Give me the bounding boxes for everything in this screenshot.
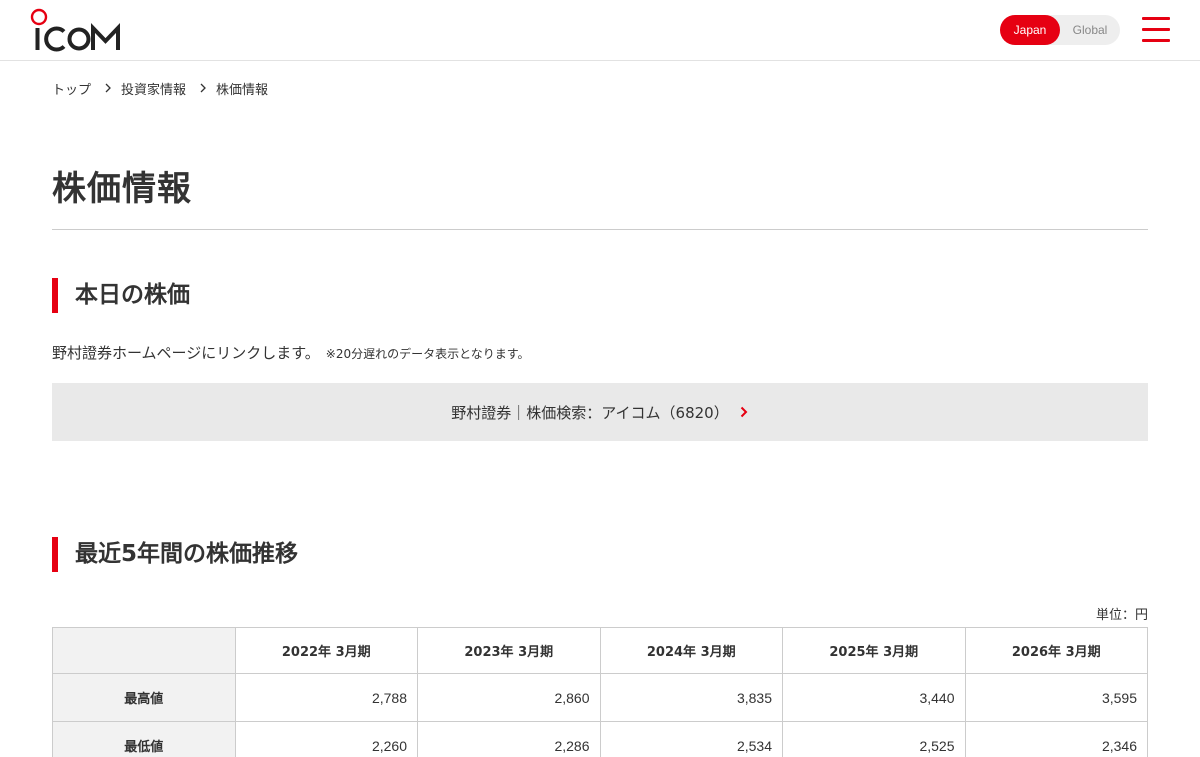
breadcrumb-top[interactable]: トップ <box>52 79 91 98</box>
hamburger-menu-icon[interactable] <box>1141 16 1171 44</box>
chevron-right-icon <box>200 83 206 93</box>
row-header-high: 最高値 <box>52 673 236 722</box>
icom-logo[interactable] <box>30 8 122 52</box>
chevron-right-icon <box>105 83 111 93</box>
table-cell: 2,346 <box>964 721 1148 757</box>
breadcrumb: トップ 投資家情報 株価情報 <box>52 78 268 98</box>
column-header: 2023年 3月期 <box>417 627 601 674</box>
table-cell: 2,534 <box>599 721 783 757</box>
table-cell: 2,788 <box>234 673 418 722</box>
lang-japan-button[interactable]: Japan <box>1000 15 1060 45</box>
table-cell: 3,595 <box>964 673 1148 722</box>
table-cell: 3,835 <box>599 673 783 722</box>
table-cell: 2,286 <box>417 721 601 757</box>
column-header: 2026年 3月期 <box>964 627 1148 674</box>
column-header: 2024年 3月期 <box>599 627 783 674</box>
nomura-stock-link[interactable]: 野村證券｜株価検索：アイコム（6820） <box>52 383 1148 441</box>
table-row: 最高値 2,788 2,860 3,835 3,440 3,595 <box>52 673 1148 722</box>
link-description: 野村證券ホームページにリンクします。 ※20分遅れのデータ表示となります。 <box>52 341 530 366</box>
table-cell: 3,440 <box>782 673 966 722</box>
nomura-stock-link-label: 野村證券｜株価検索：アイコム（6820） <box>451 403 729 422</box>
table-header-row: 2022年 3月期 2023年 3月期 2024年 3月期 2025年 3月期 … <box>52 627 1148 674</box>
table-cell: 2,525 <box>782 721 966 757</box>
language-switch: Japan Global <box>1000 15 1120 45</box>
table-cell: 2,260 <box>234 721 418 757</box>
delay-note: ※20分遅れのデータ表示となります。 <box>325 347 530 361</box>
breadcrumb-current: 株価情報 <box>216 82 269 98</box>
table-corner-cell <box>52 627 236 674</box>
table-cell: 2,860 <box>417 673 601 722</box>
page-title: 株価情報 <box>52 169 192 209</box>
table-row: 最低値 2,260 2,286 2,534 2,525 2,346 <box>52 721 1148 757</box>
chevron-right-icon <box>740 406 748 418</box>
column-header: 2022年 3月期 <box>234 627 418 674</box>
breadcrumb-investor[interactable]: 投資家情報 <box>121 79 186 98</box>
stock-price-table: 2022年 3月期 2023年 3月期 2024年 3月期 2025年 3月期 … <box>52 627 1148 757</box>
row-header-low: 最低値 <box>52 721 236 757</box>
description-text: 野村證券ホームページにリンクします。 <box>52 344 320 362</box>
section-heading-history: 最近5年間の株価推移 <box>52 537 298 572</box>
section-heading-today: 本日の株価 <box>52 278 190 313</box>
lang-global-button[interactable]: Global <box>1060 15 1120 45</box>
title-divider <box>52 229 1148 230</box>
column-header: 2025年 3月期 <box>782 627 966 674</box>
site-header: Japan Global <box>0 0 1200 61</box>
unit-label: 単位：円 <box>1095 608 1148 623</box>
